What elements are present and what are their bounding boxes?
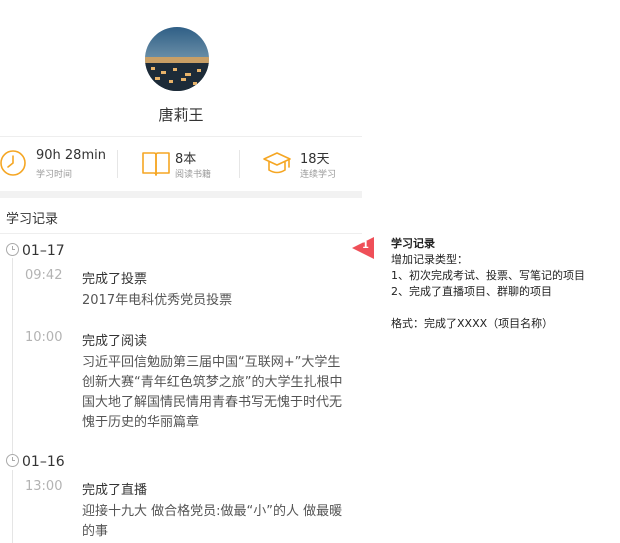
section-title: 学习记录 [6, 212, 59, 227]
stat-value: 8本 [175, 152, 197, 167]
record-title[interactable]: 完成了阅读 [82, 330, 147, 349]
annotation-title: 学习记录 [391, 237, 435, 250]
record-time: 10:00 [25, 330, 63, 345]
divider [0, 233, 362, 234]
annotation-note: 学习记录 增加记录类型： 1、初次完成考试、投票、写笔记的项目 2、完成了直播项… [391, 236, 585, 332]
user-name: 唐莉王 [158, 106, 204, 124]
annotation-line: 格式：完成了XXXX（项目名称） [391, 317, 554, 330]
date-text: 01–16 [22, 454, 65, 470]
divider [0, 191, 362, 198]
stat-books: 8本 阅读书籍 [141, 148, 241, 182]
annotation-line: 1、初次完成考试、投票、写笔记的项目 [391, 269, 585, 282]
book-icon [142, 152, 170, 176]
date-text: 01–17 [22, 243, 65, 259]
timeline-line [12, 258, 13, 458]
timeline-line [12, 470, 13, 543]
clock-icon [6, 243, 19, 256]
stat-label: 阅读书籍 [175, 170, 212, 180]
clock-icon [0, 150, 26, 176]
date-heading: 01–17 [6, 243, 65, 259]
stat-value: 90h 28min [36, 148, 106, 163]
record-title[interactable]: 完成了直播 [82, 479, 147, 498]
divider [0, 136, 362, 137]
record-title[interactable]: 完成了投票 [82, 268, 147, 287]
record-time: 09:42 [25, 268, 63, 283]
stat-study-time: 90h 28min 学习时间 [0, 148, 110, 182]
annotation-number: 1 [362, 240, 369, 251]
annotation-line: 2、完成了直播项目、群聊的项目 [391, 285, 552, 298]
date-heading: 01–16 [6, 454, 65, 470]
stat-label: 连续学习 [300, 170, 337, 180]
avatar[interactable] [145, 27, 209, 91]
divider [117, 150, 118, 178]
stat-streak: 18天 连续学习 [262, 148, 357, 182]
record-description[interactable]: 2017年电科优秀党员投票 [82, 291, 348, 311]
graduation-cap-icon [263, 152, 291, 174]
stat-value: 18天 [300, 152, 330, 167]
annotation-line [391, 300, 585, 316]
annotation-line: 增加记录类型： [391, 253, 468, 266]
clock-icon [6, 454, 19, 467]
divider [239, 150, 240, 178]
record-description[interactable]: 迎接十九大 做合格党员:做最“小”的人 做最暖的事 [82, 502, 348, 542]
stat-label: 学习时间 [36, 170, 73, 180]
record-time: 13:00 [25, 479, 63, 494]
profile-panel: 唐莉王 90h 28min 学习时间 8本 阅读书籍 18天 连续学习 学习记录 [0, 0, 362, 543]
record-description[interactable]: 习近平回信勉励第三届中国“互联网+”大学生创新大赛“青年红色筑梦之旅”的大学生扎… [82, 353, 348, 433]
